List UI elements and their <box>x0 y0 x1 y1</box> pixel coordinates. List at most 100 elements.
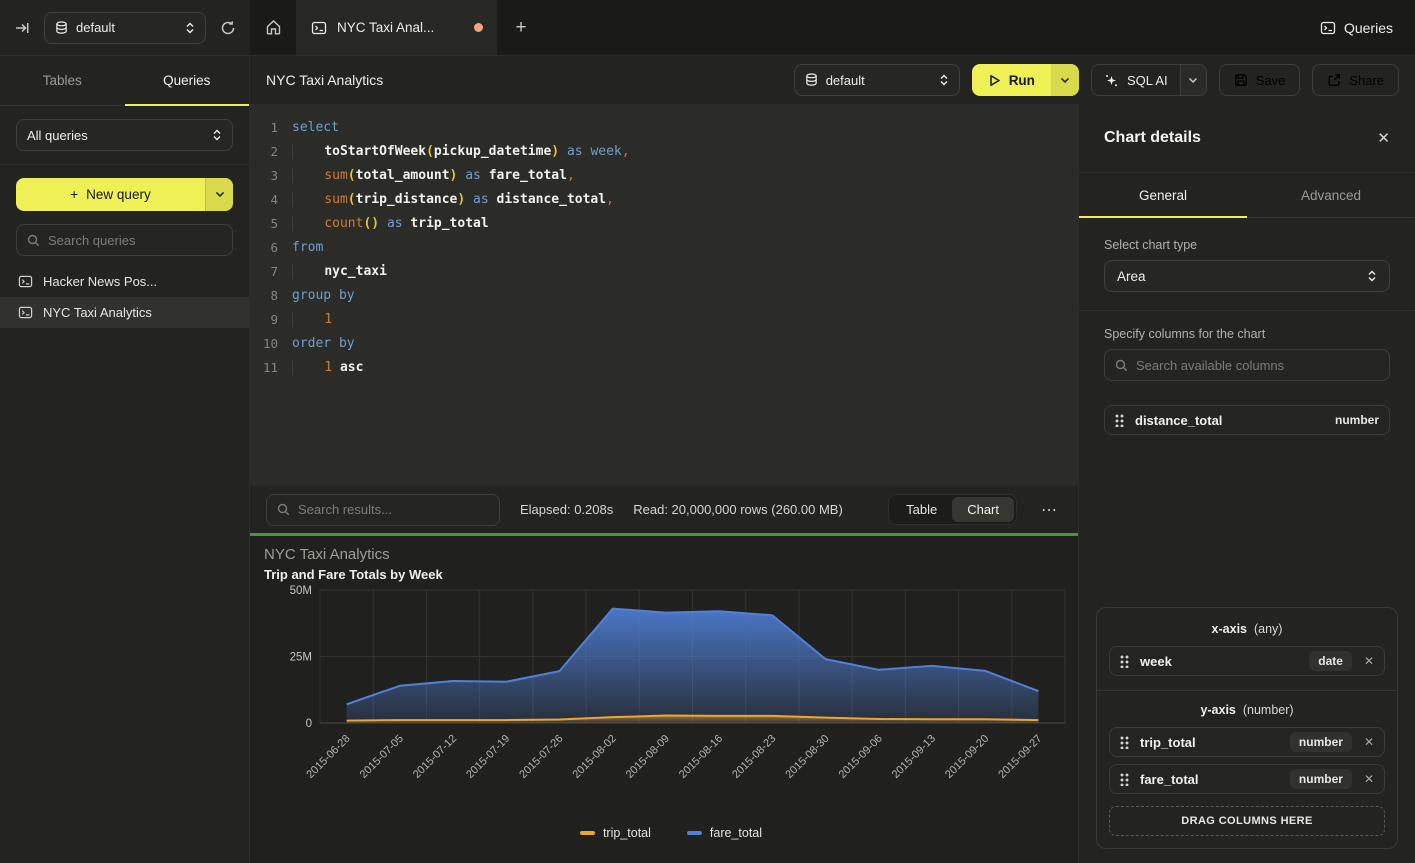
query-search[interactable] <box>16 224 233 256</box>
column-item-week[interactable]: weekdate✕ <box>1109 646 1385 676</box>
terminal-icon <box>18 305 33 320</box>
svg-text:50M: 50M <box>290 585 312 597</box>
remove-column-icon[interactable]: ✕ <box>1362 735 1374 749</box>
columns-search[interactable] <box>1104 349 1390 381</box>
query-list-item[interactable]: NYC Taxi Analytics <box>0 297 249 328</box>
new-query-button[interactable]: + New query <box>16 178 233 211</box>
code-token: , <box>622 144 630 159</box>
code-token: , <box>606 192 614 207</box>
query-list-item[interactable]: Hacker News Pos... <box>0 266 249 297</box>
results-search-input[interactable] <box>298 502 489 517</box>
code-token <box>292 312 324 327</box>
column-item-trip_total[interactable]: trip_totalnumber✕ <box>1109 727 1385 757</box>
close-icon[interactable]: ✕ <box>1377 129 1390 147</box>
new-tab-button[interactable]: + <box>497 0 545 55</box>
y-axis-items: trip_totalnumber✕fare_totalnumber✕ <box>1101 727 1393 794</box>
run-button[interactable]: Run <box>972 64 1079 96</box>
column-type-badge: number <box>1290 769 1352 789</box>
queries-menu-button[interactable]: Queries <box>1298 0 1415 55</box>
svg-text:2015-09-13: 2015-09-13 <box>890 733 938 781</box>
column-item-distance_total[interactable]: distance_totalnumber <box>1104 405 1390 435</box>
sql-console-app: default NYC Taxi Anal... + <box>0 0 1415 863</box>
refresh-icon[interactable] <box>220 20 236 36</box>
collapse-sidebar-icon[interactable] <box>14 20 30 36</box>
code-token: sum <box>324 192 347 207</box>
sql-editor[interactable]: 1 select 2 toStartOfWeek(pickup_datetime) … <box>250 104 1078 486</box>
drag-handle-icon[interactable] <box>1120 773 1130 786</box>
code-token <box>292 168 324 183</box>
code-token: asc <box>340 360 363 375</box>
toolbar-database-selector[interactable]: default <box>794 64 960 96</box>
query-search-section <box>0 215 249 262</box>
remove-column-icon[interactable]: ✕ <box>1362 772 1374 786</box>
more-options-button[interactable]: ⋯ <box>1037 500 1062 520</box>
results-search[interactable] <box>266 494 500 526</box>
chart-type-value: Area <box>1117 269 1367 284</box>
svg-text:2015-07-05: 2015-07-05 <box>358 733 406 781</box>
query-search-input[interactable] <box>48 233 224 248</box>
remove-column-icon[interactable]: ✕ <box>1362 654 1374 668</box>
code-text: group by <box>278 284 355 308</box>
code-token: ( <box>348 192 356 207</box>
area-chart[interactable]: 025M50M2015-06-282015-07-052015-07-12201… <box>264 582 1076 824</box>
code-token: toStartOfWeek <box>324 144 426 159</box>
save-button[interactable]: Save <box>1219 64 1301 96</box>
code-token <box>292 216 324 231</box>
code-line: 2 toStartOfWeek(pickup_datetime) as week… <box>250 140 1078 164</box>
home-button[interactable] <box>250 0 297 55</box>
tab-tables[interactable]: Tables <box>0 56 125 105</box>
code-token <box>465 192 473 207</box>
drag-handle-icon[interactable] <box>1120 655 1130 668</box>
search-icon <box>1115 359 1128 372</box>
drag-handle-icon[interactable] <box>1120 736 1130 749</box>
sql-ai-dropdown[interactable] <box>1180 65 1206 95</box>
axes-config-box: x-axis (any) weekdate✕ y-axis (number) t… <box>1096 607 1398 849</box>
code-token: ( <box>348 168 356 183</box>
chart-type-label: Select chart type <box>1104 238 1390 252</box>
code-token <box>332 360 340 375</box>
tab-nyc-taxi-analytics[interactable]: NYC Taxi Anal... <box>297 0 497 55</box>
code-line: 1 select <box>250 116 1078 140</box>
tab-queries[interactable]: Queries <box>125 56 250 105</box>
drag-columns-drop-zone[interactable]: DRAG COLUMNS HERE <box>1109 806 1385 836</box>
svg-text:25M: 25M <box>290 652 312 664</box>
tab-advanced[interactable]: Advanced <box>1247 173 1415 217</box>
code-token <box>481 168 489 183</box>
line-number: 1 <box>250 116 278 140</box>
share-button[interactable]: Share <box>1312 64 1399 96</box>
code-token <box>292 192 324 207</box>
tab-general[interactable]: General <box>1079 173 1247 217</box>
query-list: Hacker News Pos... NYC Taxi Analytics <box>0 262 249 332</box>
column-type-badge: number <box>1335 413 1379 427</box>
code-token: select <box>292 120 339 135</box>
columns-search-input[interactable] <box>1136 358 1379 373</box>
run-dropdown[interactable] <box>1051 64 1079 96</box>
column-item-fare_total[interactable]: fare_totalnumber✕ <box>1109 764 1385 794</box>
code-token: total_amount <box>356 168 450 183</box>
queries-menu-label: Queries <box>1344 20 1393 36</box>
legend-item-trip_total[interactable]: trip_total <box>580 826 651 840</box>
legend-swatch <box>580 831 595 835</box>
code-line: 10order by <box>250 332 1078 356</box>
svg-text:2015-08-16: 2015-08-16 <box>677 733 725 781</box>
query-item-label: NYC Taxi Analytics <box>43 305 152 320</box>
view-chart-button[interactable]: Chart <box>952 497 1014 522</box>
sql-ai-label: SQL AI <box>1127 73 1168 88</box>
drag-handle-icon[interactable] <box>1115 414 1125 427</box>
sql-ai-button[interactable]: SQL AI <box>1091 64 1207 96</box>
svg-text:2015-09-06: 2015-09-06 <box>837 733 885 781</box>
code-token: ) <box>551 144 559 159</box>
chart-type-select[interactable]: Area <box>1104 260 1390 292</box>
database-selector[interactable]: default <box>44 12 206 44</box>
svg-text:2015-08-30: 2015-08-30 <box>783 733 831 781</box>
new-query-dropdown[interactable] <box>205 178 233 211</box>
code-token: as <box>473 192 489 207</box>
line-number: 4 <box>250 188 278 212</box>
query-filter-section: All queries <box>0 106 249 165</box>
code-token: week <box>590 144 621 159</box>
legend-item-fare_total[interactable]: fare_total <box>687 826 762 840</box>
query-filter-select[interactable]: All queries <box>16 119 233 151</box>
database-icon <box>805 73 818 87</box>
view-table-button[interactable]: Table <box>891 497 952 522</box>
panel-body: Select chart type Area Specify columns f… <box>1079 218 1415 863</box>
